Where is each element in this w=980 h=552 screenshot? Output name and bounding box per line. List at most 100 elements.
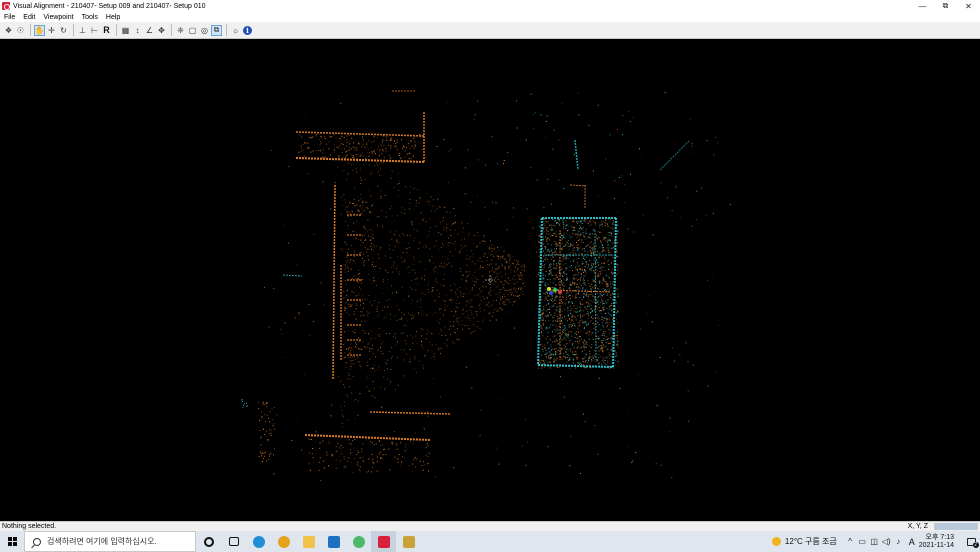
pen-app-taskbar-button[interactable] bbox=[396, 531, 421, 552]
scan-a-point bbox=[391, 238, 393, 240]
scan-a-point bbox=[555, 350, 557, 352]
scan-a-point bbox=[401, 311, 403, 313]
move-button[interactable]: ✛ bbox=[46, 25, 57, 36]
scan-a-point bbox=[420, 344, 422, 346]
scan-a-point bbox=[397, 215, 399, 217]
scan-position-marker[interactable] bbox=[553, 288, 557, 292]
scan-a-point bbox=[483, 298, 485, 300]
speaker-icon[interactable]: ♪ bbox=[893, 537, 904, 546]
zoom-box-button[interactable]: ▢ bbox=[187, 25, 198, 36]
scan-b-point bbox=[610, 356, 612, 357]
pan-button[interactable]: ✥ bbox=[156, 25, 167, 36]
scan-b-point bbox=[568, 315, 569, 317]
scan-a-point bbox=[414, 141, 416, 143]
scan-a-point bbox=[360, 320, 362, 322]
scan-a-point bbox=[451, 235, 452, 237]
menu-tools[interactable]: Tools bbox=[82, 14, 98, 21]
ime-indicator[interactable]: A bbox=[909, 537, 915, 547]
cortana-taskbar-button[interactable] bbox=[196, 531, 221, 552]
scan-a-point bbox=[573, 278, 575, 280]
visual-alignment-app-taskbar-button[interactable] bbox=[371, 531, 396, 552]
scan-a-point bbox=[504, 269, 506, 271]
scan-a-point bbox=[371, 213, 373, 215]
side-view-button[interactable]: ⊢ bbox=[89, 25, 100, 36]
scan-b-point bbox=[595, 261, 597, 263]
point-cloud-canvas[interactable] bbox=[0, 40, 980, 521]
scan-a-point bbox=[552, 341, 553, 343]
scan-a-point bbox=[583, 347, 585, 349]
task-view-taskbar-button[interactable] bbox=[221, 531, 246, 552]
notification-center-button[interactable]: 2 bbox=[962, 531, 980, 552]
menu-file[interactable]: File bbox=[4, 14, 15, 21]
network-icon[interactable]: ◫ bbox=[869, 537, 880, 546]
scan-a-point bbox=[360, 366, 362, 368]
scan-position-marker[interactable] bbox=[549, 291, 553, 295]
scan-a-point bbox=[549, 239, 551, 241]
scan-a-point bbox=[573, 311, 575, 312]
angle-button[interactable]: ∠ bbox=[144, 25, 155, 36]
minimize-button[interactable]: — bbox=[911, 0, 934, 12]
scan-a-point bbox=[425, 156, 427, 158]
scan-a-point bbox=[579, 278, 581, 280]
scan-b-point bbox=[689, 118, 691, 120]
taskbar-search-box[interactable]: 검색하려면 여기에 입력하십시오. bbox=[24, 531, 196, 552]
scan-a-point bbox=[490, 247, 492, 249]
slice-button[interactable]: ⧉ bbox=[211, 24, 222, 36]
scan-a-point bbox=[372, 367, 373, 369]
scan-a-point bbox=[405, 248, 407, 250]
mail-taskbar-button[interactable] bbox=[321, 531, 346, 552]
points-button[interactable]: ▦ bbox=[120, 25, 131, 36]
file-explorer-taskbar-button[interactable] bbox=[296, 531, 321, 552]
edge-taskbar-button[interactable] bbox=[246, 531, 271, 552]
info-button[interactable]: i bbox=[242, 25, 253, 36]
start-button[interactable] bbox=[0, 531, 24, 552]
zoom-extents-button[interactable]: ◎ bbox=[199, 25, 210, 36]
scan-b-point bbox=[542, 319, 544, 321]
auto-align-button[interactable]: ❖ bbox=[3, 25, 14, 36]
scan-a-point bbox=[593, 327, 595, 329]
scan-position-marker[interactable] bbox=[558, 290, 562, 294]
weather-widget[interactable]: 12°C 구름 조금 bbox=[771, 536, 837, 547]
menu-help[interactable]: Help bbox=[106, 14, 120, 21]
close-button[interactable]: ✕ bbox=[957, 0, 980, 12]
scan-a-point bbox=[339, 138, 341, 140]
scan-b-point bbox=[566, 224, 568, 226]
vertical-button[interactable]: ↕ bbox=[132, 25, 143, 36]
scan-a-point bbox=[397, 461, 399, 463]
maps-taskbar-button[interactable] bbox=[346, 531, 371, 552]
scan-a-point bbox=[346, 289, 348, 291]
menu-edit[interactable]: Edit bbox=[23, 14, 35, 21]
scan-b-point bbox=[543, 207, 545, 209]
restore-button[interactable]: ⧉ bbox=[934, 0, 957, 12]
scan-a-point bbox=[366, 377, 368, 379]
menu-viewpoint[interactable]: Viewpoint bbox=[43, 14, 73, 21]
scan-a-point bbox=[581, 299, 583, 301]
scan-b-point bbox=[573, 275, 575, 277]
scan-a-point bbox=[353, 134, 355, 136]
battery-icon[interactable]: ▭ bbox=[857, 537, 868, 546]
scan-b-point bbox=[583, 248, 585, 250]
scan-a-point bbox=[268, 417, 270, 419]
chevron-up-icon[interactable]: ^ bbox=[845, 537, 856, 546]
scan-a-point bbox=[323, 460, 325, 462]
scan-a-point bbox=[555, 325, 557, 327]
scan-b-point bbox=[567, 354, 569, 355]
point-cloud-viewport[interactable] bbox=[0, 40, 980, 521]
select-hand-button[interactable]: ✋ bbox=[34, 24, 45, 36]
refine-button[interactable]: ☉ bbox=[15, 25, 26, 36]
clock[interactable]: 오후 7:13 2021-11-14 bbox=[919, 534, 954, 550]
reset-button[interactable]: R bbox=[101, 25, 112, 36]
volume-icon[interactable]: ◁) bbox=[881, 537, 892, 546]
chrome-taskbar-button[interactable] bbox=[271, 531, 296, 552]
scan-b-point bbox=[558, 262, 560, 264]
scan-a-point bbox=[586, 267, 588, 268]
scan-b-point bbox=[563, 336, 565, 338]
scan-a-point bbox=[606, 317, 607, 319]
search-icon bbox=[33, 537, 41, 546]
top-view-button[interactable]: ⊥ bbox=[77, 25, 88, 36]
color-button[interactable]: ☼ bbox=[230, 25, 241, 36]
scan-a-point bbox=[479, 434, 481, 436]
scan-position-marker[interactable] bbox=[547, 287, 551, 291]
rotate-button[interactable]: ↻ bbox=[58, 25, 69, 36]
orbit-button[interactable]: ❈ bbox=[175, 25, 186, 36]
